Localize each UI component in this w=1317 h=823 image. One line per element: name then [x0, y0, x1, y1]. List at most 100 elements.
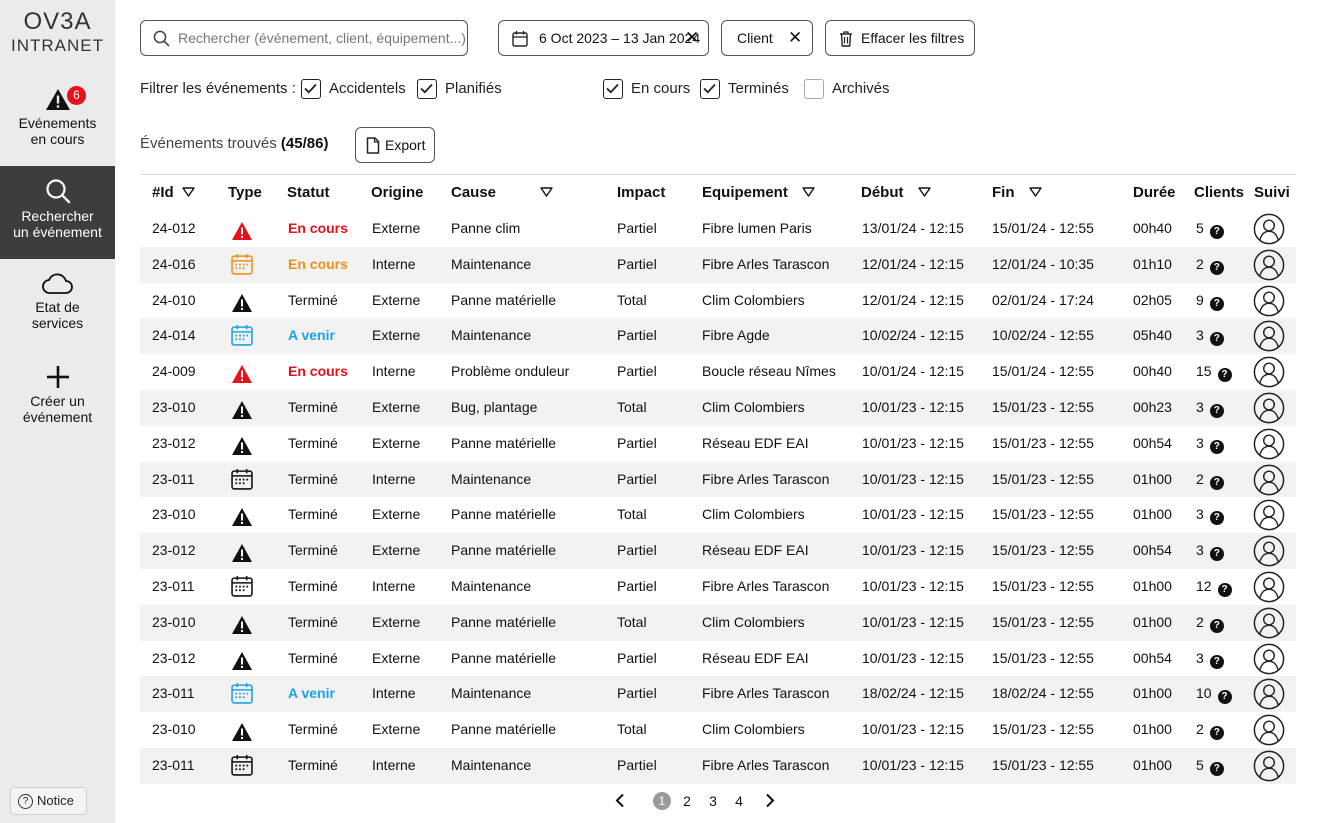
- date-range-filter[interactable]: 6 Oct 2023 – 13 Jan 2024 ✕: [498, 20, 709, 56]
- table-row[interactable]: 24-010 Terminé Externe Panne matérielle Tota…: [140, 283, 1296, 319]
- table-row[interactable]: 23-011 A venir Interne Maintenance Partiel Fi…: [140, 676, 1296, 713]
- cell-duree: 01h10: [1133, 255, 1172, 272]
- checkbox-archives[interactable]: Archivés: [804, 78, 890, 100]
- cell-origine: Interne: [372, 363, 416, 380]
- checkbox-planifies[interactable]: Planifiés: [417, 78, 502, 100]
- table-row[interactable]: 23-011 Terminé Interne Maintenance Partiel Fi…: [140, 747, 1296, 784]
- cell-id: 23-011: [152, 756, 195, 773]
- column-fin[interactable]: Fin: [992, 175, 1042, 211]
- page-3[interactable]: 3: [704, 790, 722, 812]
- cell-duree: 00h54: [1133, 434, 1172, 451]
- table-row[interactable]: 24-012 En cours Externe Panne clim Partiel Fi…: [140, 211, 1296, 247]
- next-page-icon[interactable]: [765, 793, 775, 813]
- sort-down-icon[interactable]: [1028, 175, 1042, 211]
- cell-impact: Partiel: [617, 542, 657, 559]
- cell-statut: Terminé: [288, 506, 338, 523]
- previous-page-icon[interactable]: [615, 793, 625, 813]
- checkbox-accidentels[interactable]: Accidentels: [301, 78, 406, 100]
- cell-id: 23-012: [152, 649, 196, 666]
- question-circle-icon[interactable]: ?: [1209, 475, 1224, 490]
- table-row[interactable]: 23-012 Terminé Externe Panne matérielle Part…: [140, 426, 1296, 462]
- question-circle-icon[interactable]: ?: [1209, 439, 1224, 454]
- sidebar-item-service-status[interactable]: Etat de services: [0, 271, 115, 331]
- page-4[interactable]: 4: [730, 790, 748, 812]
- table-row[interactable]: 23-012 Terminé Externe Panne matérielle Part…: [140, 533, 1296, 569]
- cell-origine: Externe: [372, 721, 421, 738]
- question-circle-icon[interactable]: ?: [1217, 690, 1232, 705]
- cell-duree: 00h23: [1133, 398, 1172, 415]
- table-row[interactable]: 24-014 A venir Externe Maintenance Partiel Fi…: [140, 318, 1296, 355]
- clear-filters-button[interactable]: Effacer les filtres: [825, 20, 975, 56]
- column-label: Durée: [1133, 184, 1176, 201]
- search-input[interactable]: Rechercher (événement, client, équipemen…: [140, 20, 468, 56]
- client-filter[interactable]: Client ✕: [721, 20, 813, 56]
- cell-id: 24-012: [152, 220, 196, 236]
- sort-down-icon[interactable]: [181, 175, 195, 211]
- table-row[interactable]: 23-010 Terminé Externe Panne matérielle Tota…: [140, 497, 1296, 533]
- cell-statut: En cours: [288, 220, 348, 236]
- cell-debut: 10/01/23 - 12:15: [862, 542, 964, 559]
- cell-origine: Interne: [372, 756, 416, 773]
- column-equipement[interactable]: Equipement: [702, 175, 815, 211]
- question-circle-icon[interactable]: ?: [1209, 225, 1224, 239]
- question-circle-icon[interactable]: ?: [1209, 403, 1224, 418]
- page-2[interactable]: 2: [678, 790, 696, 812]
- table-row[interactable]: 23-010 Terminé Externe Panne matérielle Tota…: [140, 712, 1296, 748]
- close-icon[interactable]: ✕: [788, 21, 802, 55]
- table-row[interactable]: 24-009 En cours Interne Problème onduleur Pa…: [140, 354, 1296, 390]
- question-circle-icon[interactable]: ?: [1209, 761, 1224, 776]
- question-circle-icon[interactable]: ?: [1209, 511, 1224, 526]
- question-circle-icon[interactable]: ?: [1209, 260, 1224, 275]
- sidebar-item-search-event[interactable]: Rechercher un événement: [0, 166, 115, 259]
- question-circle-icon[interactable]: ?: [1209, 654, 1224, 669]
- cell-id: 23-010: [152, 721, 196, 738]
- cell-equipement: Réseau EDF EAI: [702, 542, 809, 559]
- question-circle-icon[interactable]: ?: [1209, 547, 1224, 562]
- cell-clients: 2?: [1196, 247, 1224, 283]
- sort-down-icon[interactable]: [802, 175, 815, 211]
- table-body: 24-012 En cours Externe Panne clim Partiel Fi…: [140, 211, 1296, 784]
- user-follow-icon[interactable]: [1253, 750, 1285, 796]
- table-row[interactable]: 23-010 Terminé Externe Bug, plantage Total Cl…: [140, 389, 1296, 426]
- question-circle-icon[interactable]: ?: [1209, 726, 1224, 741]
- cell-origine: Externe: [372, 542, 421, 559]
- table-row[interactable]: 24-016 En cours Interne Maintenance Partiel F…: [140, 246, 1296, 283]
- sidebar-item-events-in-progress[interactable]: Evénements en cours: [0, 88, 115, 147]
- cell-debut: 10/01/23 - 12:15: [862, 613, 964, 630]
- sort-down-icon[interactable]: [540, 175, 553, 211]
- column-cause[interactable]: Cause: [451, 175, 553, 211]
- checkbox-en-cours[interactable]: En cours: [603, 78, 690, 100]
- table-row[interactable]: 23-011 Terminé Interne Maintenance Partiel Fi…: [140, 569, 1296, 605]
- checkbox-label: Accidentels: [329, 80, 406, 97]
- sidebar-item-create-event[interactable]: Créer un événement: [0, 365, 115, 425]
- close-icon[interactable]: ✕: [685, 21, 699, 55]
- clients-count: 2: [1196, 255, 1204, 272]
- checkbox-termines[interactable]: Terminés: [700, 78, 789, 100]
- cell-cause: Bug, plantage: [451, 398, 538, 415]
- cell-fin: 15/01/23 - 12:55: [992, 756, 1094, 773]
- question-circle-icon[interactable]: ?: [1209, 618, 1224, 633]
- column-id[interactable]: #Id: [152, 175, 195, 211]
- logo[interactable]: OV3A INTRANET: [0, 8, 115, 56]
- question-circle-icon[interactable]: ?: [1217, 582, 1232, 597]
- cell-clients: 2?: [1196, 462, 1224, 498]
- results-label: Événements trouvés: [140, 135, 277, 152]
- table-row[interactable]: 23-012 Terminé Externe Panne matérielle Part…: [140, 641, 1296, 677]
- table-row[interactable]: 23-011 Terminé Interne Maintenance Partiel Fi…: [140, 461, 1296, 498]
- export-button[interactable]: Export: [355, 127, 435, 163]
- cell-fin: 12/01/24 - 10:35: [992, 255, 1094, 272]
- cell-duree: 01h00: [1133, 470, 1172, 487]
- cell-debut: 13/01/24 - 12:15: [862, 220, 964, 236]
- page-1[interactable]: 1: [653, 792, 671, 810]
- cell-equipement: Réseau EDF EAI: [702, 434, 809, 451]
- table-row[interactable]: 23-010 Terminé Externe Panne matérielle Tota…: [140, 604, 1296, 641]
- cell-duree: 00h40: [1133, 220, 1172, 236]
- notice-button[interactable]: ? Notice: [10, 787, 87, 815]
- column-debut[interactable]: Début: [861, 175, 931, 211]
- cell-cause: Panne matérielle: [451, 506, 557, 523]
- question-circle-icon[interactable]: ?: [1209, 296, 1224, 311]
- sort-down-icon[interactable]: [917, 175, 931, 211]
- question-circle-icon[interactable]: ?: [1209, 332, 1224, 347]
- clients-count: 2: [1196, 721, 1204, 738]
- question-circle-icon[interactable]: ?: [1217, 368, 1232, 383]
